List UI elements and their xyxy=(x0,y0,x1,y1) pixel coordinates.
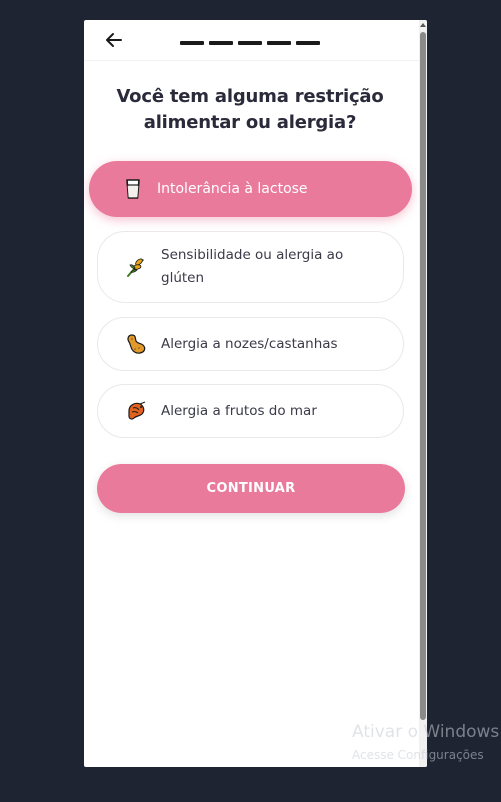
question-title: Você tem alguma restrição alimentar ou a… xyxy=(116,86,384,133)
progress-step xyxy=(209,41,233,45)
back-button[interactable] xyxy=(102,30,124,50)
milk-glass-icon xyxy=(121,177,145,201)
arrow-left-icon xyxy=(106,33,122,47)
peanut-icon xyxy=(124,332,148,356)
windows-activation-title: Ativar o Windows xyxy=(352,722,500,742)
progress-step xyxy=(267,41,291,45)
app-screen: Você tem alguma restrição alimentar ou a… xyxy=(84,20,427,767)
continue-button[interactable]: CONTINUAR xyxy=(97,464,405,513)
option-gluten-sensitivity[interactable]: Sensibilidade ou alergia ao glúten xyxy=(97,231,404,303)
option-label: Sensibilidade ou alergia ao glúten xyxy=(161,247,344,286)
window-title-fragment: ··· xyxy=(243,0,252,4)
option-nut-allergy[interactable]: Alergia a nozes/castanhas xyxy=(97,317,404,371)
progress-step xyxy=(296,41,320,45)
shrimp-icon xyxy=(124,399,148,423)
progress-step xyxy=(180,41,204,45)
progress-indicator xyxy=(180,41,320,45)
option-label: Alergia a nozes/castanhas xyxy=(161,335,338,352)
scroll-up-arrow-icon[interactable] xyxy=(420,23,426,27)
option-lactose-intolerance[interactable]: Intolerância à lactose xyxy=(89,161,412,217)
top-bar xyxy=(84,20,419,61)
option-seafood-allergy[interactable]: Alergia a frutos do mar xyxy=(97,384,404,438)
scrollbar[interactable] xyxy=(419,20,427,767)
windows-activation-subtitle: Acesse Configurações xyxy=(352,748,484,762)
option-label: Intolerância à lactose xyxy=(157,180,308,197)
scrollbar-thumb[interactable] xyxy=(420,32,426,720)
progress-step xyxy=(238,41,262,45)
option-label: Alergia a frutos do mar xyxy=(161,402,317,419)
wheat-icon xyxy=(124,255,148,279)
